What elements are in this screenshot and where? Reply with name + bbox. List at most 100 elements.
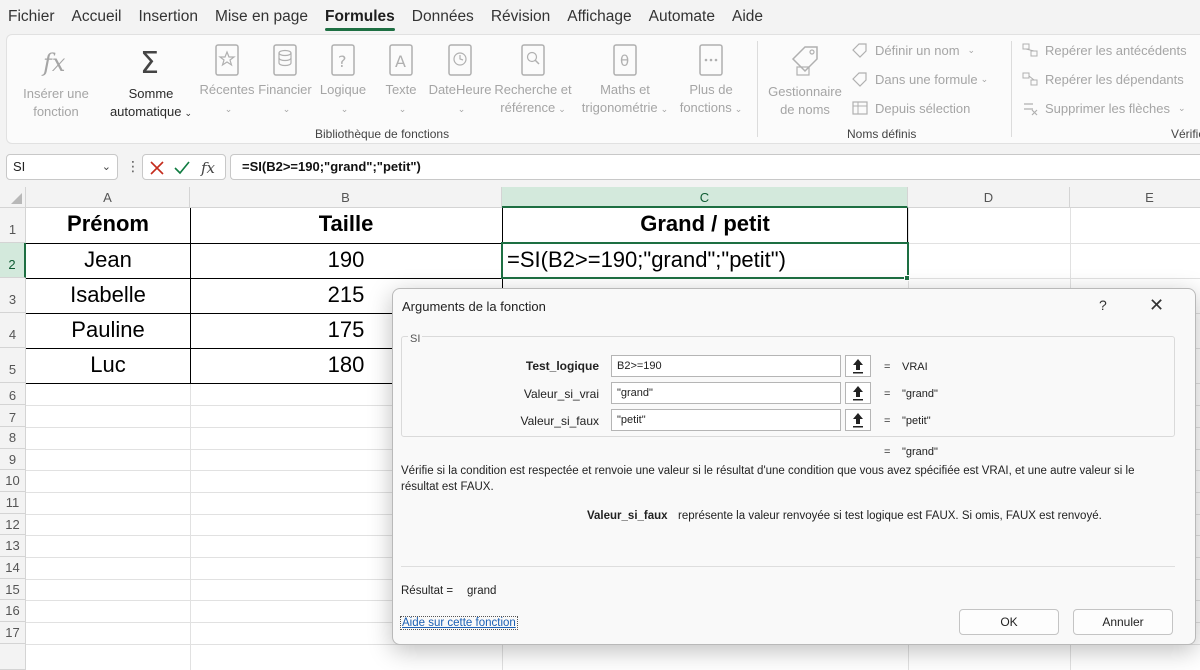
- svg-text:θ: θ: [620, 52, 629, 70]
- svg-text:fx: fx: [200, 159, 216, 177]
- dots-book-icon: [699, 44, 723, 76]
- menu-aide[interactable]: Aide: [732, 0, 763, 33]
- row-header-18[interactable]: [0, 644, 26, 670]
- name-manager-button[interactable]: Gestionnaire de noms: [763, 43, 847, 119]
- row-header-8[interactable]: 8: [0, 427, 26, 449]
- column-header-e[interactable]: E: [1070, 187, 1200, 208]
- check-icon[interactable]: [173, 159, 191, 177]
- more-options-icon[interactable]: ⋮: [126, 158, 140, 175]
- use-in-formula-button[interactable]: Dans une formule ⌄: [851, 71, 988, 87]
- row-header-13[interactable]: 13: [0, 535, 26, 557]
- datetime-functions-label: DateHeure: [428, 82, 492, 97]
- collapse-dialog-button[interactable]: [845, 382, 871, 404]
- cell-c1[interactable]: Grand / petit: [502, 211, 908, 237]
- arg-input-test-logique[interactable]: B2>=190: [611, 355, 841, 377]
- menu-affichage[interactable]: Affichage: [567, 0, 631, 33]
- svg-text:fx: fx: [41, 49, 66, 77]
- financial-functions-button[interactable]: Financier ⌄: [257, 43, 313, 118]
- menu-donnees[interactable]: Données: [412, 0, 474, 33]
- row-header-15[interactable]: 15: [0, 579, 26, 600]
- remove-arrows-button[interactable]: Supprimer les flèches ⌄: [1021, 100, 1186, 116]
- formula-buttons: fx: [142, 154, 226, 180]
- chevron-down-icon[interactable]: ⌄: [102, 155, 111, 179]
- math-functions-button[interactable]: θ Maths et trigonométrie ⌄: [575, 43, 675, 118]
- logical-functions-button[interactable]: ? Logique ⌄: [315, 43, 371, 118]
- tag-small-icon: [852, 43, 867, 58]
- cell-a3[interactable]: Isabelle: [26, 282, 190, 308]
- arg-input-valeur-si-vrai[interactable]: "grand": [611, 382, 841, 404]
- column-header-c[interactable]: C: [502, 187, 908, 208]
- cancel-icon[interactable]: [148, 159, 166, 177]
- row-header-2[interactable]: 2: [0, 243, 26, 278]
- function-library-group-label: Bibliothèque de fonctions: [315, 127, 450, 141]
- menu-fichier[interactable]: Fichier: [8, 0, 55, 33]
- trace-dependents-icon: [1022, 72, 1038, 86]
- row-header-17[interactable]: 17: [0, 622, 26, 644]
- row-header-1[interactable]: 1: [0, 208, 26, 243]
- column-header-b[interactable]: B: [190, 187, 502, 208]
- row-header-7[interactable]: 7: [0, 405, 26, 427]
- cell-a4[interactable]: Pauline: [26, 317, 190, 343]
- name-manager-label-1: Gestionnaire: [768, 84, 842, 99]
- active-cell-selection: [501, 242, 909, 279]
- menu-insertion[interactable]: Insertion: [138, 0, 197, 33]
- help-icon[interactable]: ?: [1099, 297, 1107, 313]
- close-icon[interactable]: ✕: [1149, 295, 1164, 316]
- help-on-function-link[interactable]: Aide sur cette fonction: [400, 616, 518, 630]
- recent-functions-button[interactable]: Récentes ⌄: [199, 43, 255, 118]
- menu-accueil[interactable]: Accueil: [72, 0, 122, 33]
- text-functions-label: Texte: [385, 82, 417, 97]
- cell-a1[interactable]: Prénom: [26, 211, 190, 237]
- ok-button[interactable]: OK: [959, 609, 1059, 635]
- math-functions-label-1: Maths et: [600, 82, 650, 97]
- cell-a5[interactable]: Luc: [26, 352, 190, 378]
- row-header-16[interactable]: 16: [0, 600, 26, 622]
- define-name-button[interactable]: Définir un nom ⌄: [851, 42, 975, 58]
- star-book-icon: [215, 44, 239, 76]
- cell-b2[interactable]: 190: [190, 247, 502, 273]
- insert-function-button[interactable]: fx Insérer une fonction: [17, 43, 95, 121]
- equals-sign: =: [884, 446, 891, 458]
- recent-functions-label: Récentes: [199, 82, 255, 97]
- question-book-icon: ?: [331, 44, 355, 76]
- divider: [401, 566, 1175, 567]
- cancel-button[interactable]: Annuler: [1073, 609, 1173, 635]
- trace-dependents-button[interactable]: Repérer les dépendants: [1021, 71, 1184, 87]
- row-header-11[interactable]: 11: [0, 492, 26, 514]
- fx-icon[interactable]: fx: [199, 157, 223, 179]
- row-header-6[interactable]: 6: [0, 383, 26, 405]
- upload-arrow-icon: [853, 386, 863, 401]
- menu-automate[interactable]: Automate: [649, 0, 715, 33]
- text-functions-button[interactable]: A Texte ⌄: [373, 43, 429, 118]
- create-from-selection-button[interactable]: Depuis sélection: [851, 100, 970, 116]
- menu-mise-en-page[interactable]: Mise en page: [215, 0, 308, 33]
- insert-function-label-1: Insérer une: [23, 86, 89, 101]
- select-all-corner[interactable]: [0, 187, 26, 208]
- formula-input[interactable]: =SI(B2>=190;"grand";"petit"): [230, 154, 1200, 180]
- row-header-5[interactable]: 5: [0, 348, 26, 383]
- row-header-10[interactable]: 10: [0, 470, 26, 492]
- column-header-d[interactable]: D: [908, 187, 1070, 208]
- datetime-functions-button[interactable]: DateHeure ⌄: [425, 43, 495, 118]
- row-header-14[interactable]: 14: [0, 557, 26, 579]
- row-header-9[interactable]: 9: [0, 449, 26, 470]
- arg-label-test-logique: Test_logique: [525, 359, 599, 373]
- collapse-dialog-button[interactable]: [845, 409, 871, 431]
- lookup-functions-label-2: référence: [500, 100, 556, 115]
- column-header-a[interactable]: A: [26, 187, 190, 208]
- collapse-dialog-button[interactable]: [845, 355, 871, 377]
- trace-precedents-button[interactable]: Repérer les antécédents: [1021, 42, 1187, 58]
- row-header-12[interactable]: 12: [0, 514, 26, 535]
- cell-b1[interactable]: Taille: [190, 211, 502, 237]
- fill-handle[interactable]: [904, 275, 910, 281]
- row-header-4[interactable]: 4: [0, 313, 26, 348]
- cell-a2[interactable]: Jean: [26, 247, 190, 273]
- autosum-button[interactable]: Σ Somme automatique ⌄: [103, 43, 199, 122]
- row-header-3[interactable]: 3: [0, 278, 26, 313]
- menu-revision[interactable]: Révision: [491, 0, 550, 33]
- lookup-functions-button[interactable]: Recherche et référence ⌄: [491, 43, 575, 118]
- menu-formules[interactable]: Formules: [325, 0, 395, 33]
- name-box[interactable]: SI ⌄: [6, 154, 118, 180]
- more-functions-button[interactable]: Plus de fonctions ⌄: [673, 43, 749, 118]
- arg-input-valeur-si-faux[interactable]: "petit": [611, 409, 841, 431]
